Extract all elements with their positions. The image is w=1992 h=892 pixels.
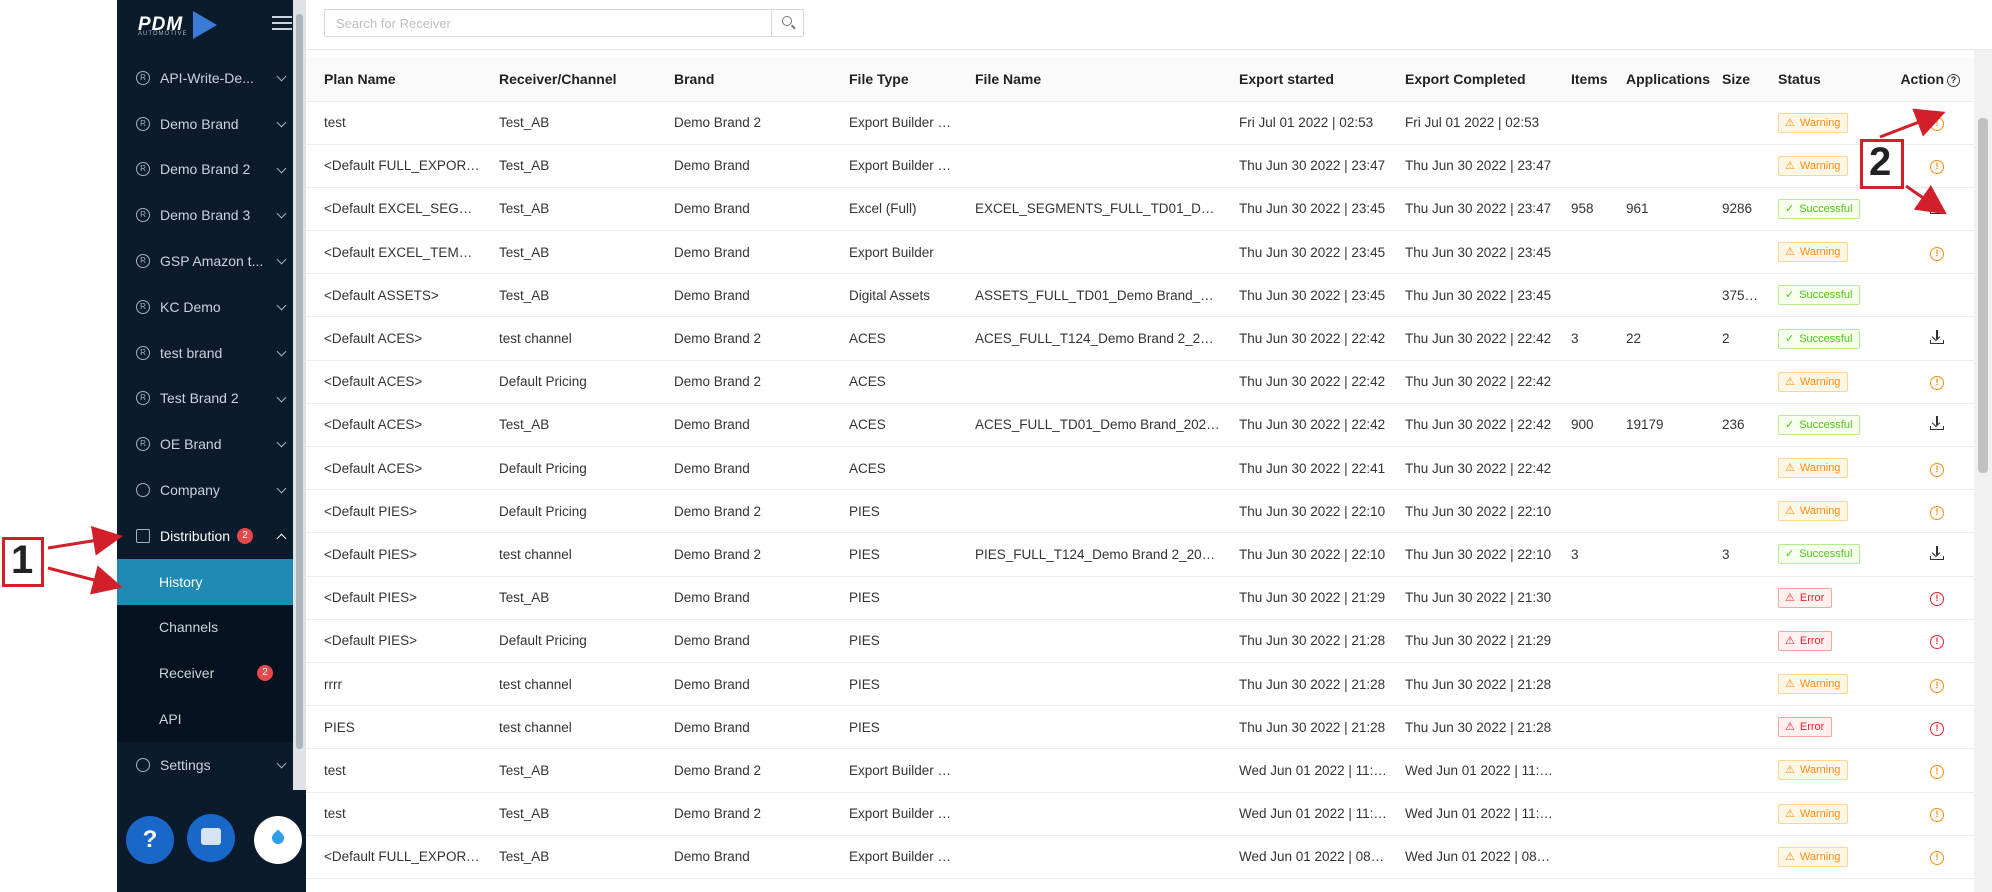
arrow-to-history bbox=[47, 565, 123, 595]
arrow-to-distribution bbox=[47, 525, 123, 556]
annotation-arrows bbox=[47, 108, 1947, 595]
arrow-to-warning-action bbox=[1879, 108, 1946, 139]
arrow-to-download-action bbox=[1905, 184, 1947, 215]
screen: 1 PDM AUTOMOTIVE R API-Write-De... R Demo B… bbox=[0, 0, 1992, 892]
